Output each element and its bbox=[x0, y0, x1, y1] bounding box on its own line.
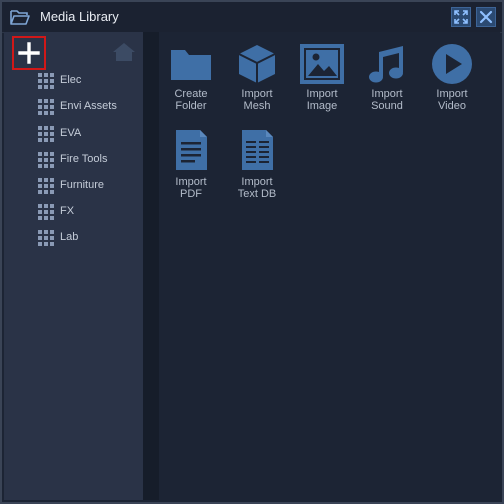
tile-label: Import Text DB bbox=[237, 176, 277, 200]
action-panel: Create Folder Import Mesh Import Image I… bbox=[159, 32, 500, 500]
close-button[interactable] bbox=[476, 7, 496, 27]
tile-label: Import Mesh bbox=[241, 88, 273, 112]
pane-divider[interactable] bbox=[143, 32, 159, 500]
music-note-icon bbox=[360, 44, 414, 84]
maximize-button[interactable] bbox=[451, 7, 471, 27]
open-folder-icon bbox=[9, 8, 31, 26]
tile-label: Import PDF bbox=[175, 176, 207, 200]
title-bar[interactable]: Media Library bbox=[2, 2, 502, 33]
sidebar-item-label: Furniture bbox=[60, 179, 105, 191]
import-sound-button[interactable]: Import Sound bbox=[360, 44, 414, 112]
tile-label: Import Sound bbox=[371, 88, 403, 112]
sidebar-item-label: Envi Assets bbox=[60, 100, 117, 112]
sidebar-item-label: Elec bbox=[60, 74, 82, 86]
window-title: Media Library bbox=[40, 9, 119, 24]
tile-label: Import Image bbox=[306, 88, 338, 112]
mesh-cube-icon bbox=[230, 44, 284, 84]
import-pdf-button[interactable]: Import PDF bbox=[164, 128, 218, 200]
folder-sidebar: Elec Envi Assets EVA Fire Tools Furnitur… bbox=[4, 32, 143, 500]
image-icon bbox=[295, 44, 349, 84]
add-folder-button[interactable] bbox=[12, 36, 46, 70]
sidebar-item-label: Lab bbox=[60, 231, 79, 243]
import-image-button[interactable]: Import Image bbox=[295, 44, 349, 112]
sidebar-item-label: EVA bbox=[60, 127, 82, 139]
folder-icon bbox=[164, 44, 218, 84]
text-db-icon bbox=[230, 128, 284, 172]
import-mesh-button[interactable]: Import Mesh bbox=[230, 44, 284, 112]
import-video-button[interactable]: Import Video bbox=[425, 44, 479, 112]
tile-label: Import Video bbox=[436, 88, 468, 112]
media-library-window: Media Library Elec Envi Assets EVA Fire … bbox=[0, 0, 504, 504]
tile-label: Create Folder bbox=[174, 88, 208, 112]
home-icon[interactable] bbox=[112, 42, 136, 67]
import-text-db-button[interactable]: Import Text DB bbox=[230, 128, 284, 200]
sidebar-item-label: FX bbox=[60, 205, 75, 217]
play-icon bbox=[425, 44, 479, 84]
sidebar-item-label: Fire Tools bbox=[60, 153, 108, 165]
create-folder-button[interactable]: Create Folder bbox=[164, 44, 218, 112]
document-icon bbox=[164, 128, 218, 172]
